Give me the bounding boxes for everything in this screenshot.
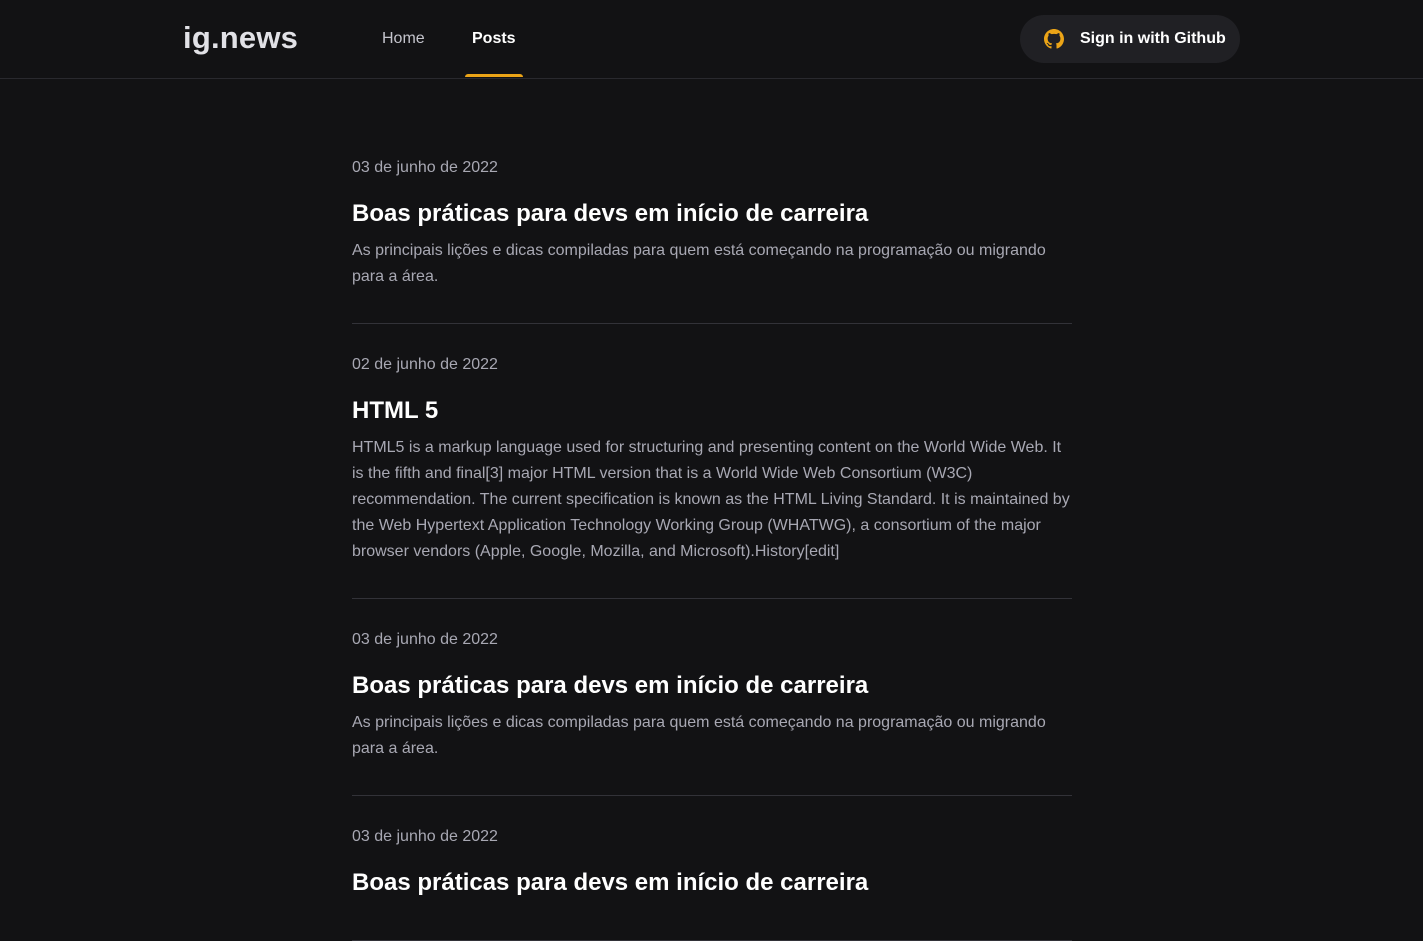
- post-date: 03 de junho de 2022: [352, 631, 498, 648]
- github-icon: [1044, 29, 1064, 49]
- header-content: ig.news Home Posts Sign in with Github: [183, 0, 1240, 78]
- post-title: Boas práticas para devs em início de car…: [352, 672, 869, 699]
- posts-list: 03 de junho de 2022 Boas práticas para d…: [352, 130, 1072, 941]
- post-item[interactable]: 02 de junho de 2022 HTML 5 HTML5 is a ma…: [352, 324, 1072, 599]
- post-title: Boas práticas para devs em início de car…: [352, 869, 869, 896]
- post-date: 02 de junho de 2022: [352, 356, 498, 373]
- post-date: 03 de junho de 2022: [352, 159, 498, 176]
- sign-in-label: Sign in with Github: [1080, 30, 1226, 47]
- post-item[interactable]: 03 de junho de 2022 Boas práticas para d…: [352, 599, 1072, 796]
- post-date: 03 de junho de 2022: [352, 828, 498, 845]
- nav-posts-link[interactable]: Posts: [465, 0, 523, 78]
- post-title: HTML 5: [352, 397, 439, 424]
- post-item[interactable]: 03 de junho de 2022 Boas práticas para d…: [352, 130, 1072, 324]
- post-excerpt: HTML5 is a markup language used for stru…: [352, 439, 1070, 560]
- logo[interactable]: ig.news: [183, 20, 298, 56]
- post-excerpt: As principais lições e dicas compiladas …: [352, 242, 1046, 285]
- post-title: Boas práticas para devs em início de car…: [352, 200, 869, 227]
- post-item[interactable]: 03 de junho de 2022 Boas práticas para d…: [352, 796, 1072, 941]
- nav-home-link[interactable]: Home: [382, 0, 425, 78]
- sign-in-github-button[interactable]: Sign in with Github: [1020, 15, 1240, 63]
- post-excerpt: As principais lições e dicas compiladas …: [352, 714, 1046, 757]
- header: ig.news Home Posts Sign in with Github: [0, 0, 1423, 79]
